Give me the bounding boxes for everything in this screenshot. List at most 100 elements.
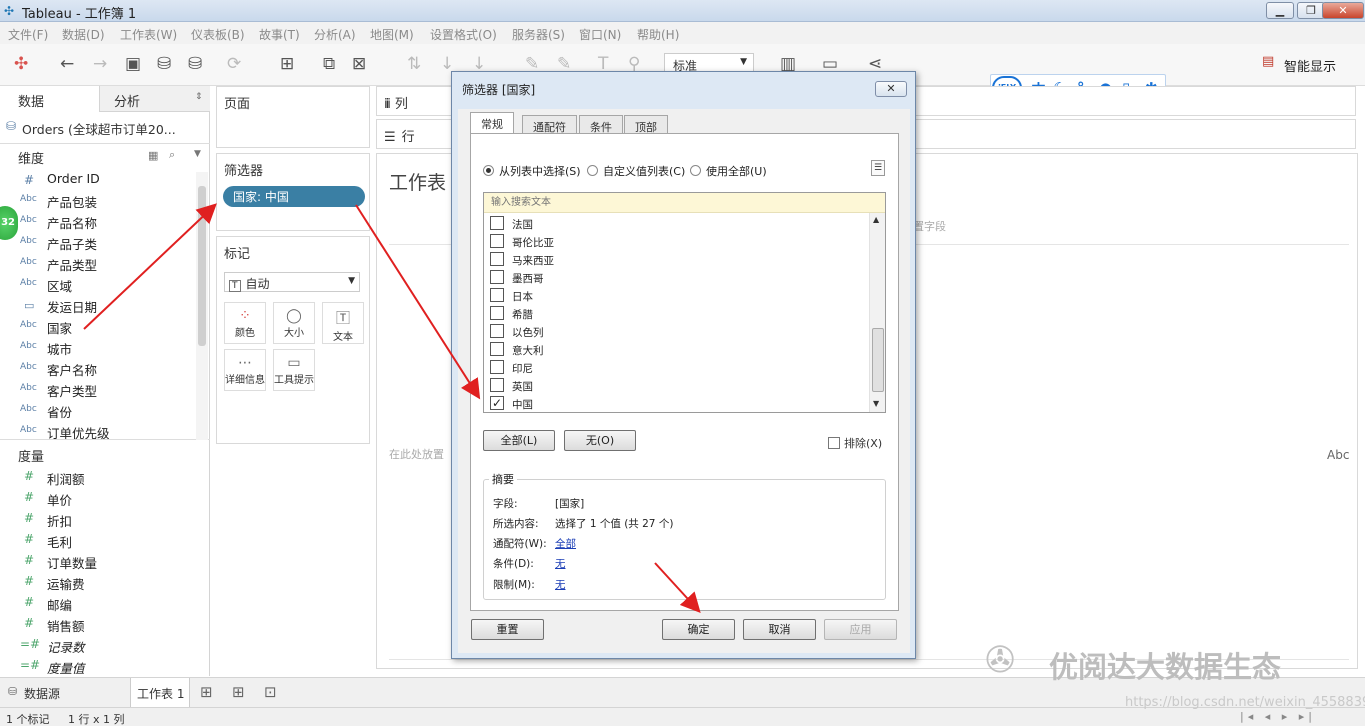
- minimize-button[interactable]: ▁: [1266, 2, 1294, 19]
- scroll-down-icon[interactable]: ▼: [873, 399, 879, 408]
- swap-icon[interactable]: ⇅: [407, 54, 421, 74]
- value-list-item[interactable]: 以色列: [490, 323, 850, 341]
- text-card[interactable]: 🅃 文本: [322, 302, 364, 344]
- dimension-field[interactable]: Abc 客户类型: [0, 379, 196, 400]
- clear-sheet-icon[interactable]: ⊠: [352, 54, 366, 74]
- measure-field[interactable]: # 利润额: [0, 467, 196, 488]
- detail-card[interactable]: ⋯ 详细信息: [224, 349, 266, 391]
- tooltip-card[interactable]: ▭ 工具提示: [273, 349, 315, 391]
- tab-condition[interactable]: 条件: [579, 115, 623, 135]
- maximize-button[interactable]: ❐: [1297, 2, 1325, 19]
- sheet-title[interactable]: 工作表: [389, 168, 446, 195]
- checkbox-checked[interactable]: ✓: [490, 396, 504, 410]
- checkbox[interactable]: [490, 270, 504, 284]
- checkbox[interactable]: [490, 288, 504, 302]
- tab-wildcard[interactable]: 通配符: [522, 115, 577, 135]
- dimensions-scrollbar[interactable]: [196, 172, 208, 440]
- measure-field[interactable]: # 毛利: [0, 530, 196, 551]
- checkbox[interactable]: [490, 378, 504, 392]
- measure-field[interactable]: # 邮编: [0, 593, 196, 614]
- sheet-tab-active[interactable]: 工作表 1: [130, 678, 190, 707]
- measure-field[interactable]: # 运输费: [0, 572, 196, 593]
- value-list-item[interactable]: 法国: [490, 215, 850, 233]
- dialog-close-button[interactable]: ✕: [875, 81, 907, 97]
- measure-field[interactable]: =# 度量值: [0, 656, 196, 677]
- value-list-item[interactable]: ✓ 中国: [490, 395, 850, 413]
- search-icon[interactable]: ⌕: [169, 148, 175, 162]
- select-all-button[interactable]: 全部(L): [483, 430, 555, 451]
- menu-window[interactable]: 窗口(N): [579, 26, 621, 43]
- checkbox[interactable]: [490, 324, 504, 338]
- filter-pill-country[interactable]: 国家: 中国: [223, 186, 365, 207]
- summary-limit-link[interactable]: 无: [555, 577, 566, 592]
- view-options-icon[interactable]: ▦: [148, 149, 158, 162]
- checkbox[interactable]: [490, 234, 504, 248]
- ok-button[interactable]: 确定: [662, 619, 735, 640]
- select-none-button[interactable]: 无(O): [564, 430, 636, 451]
- pages-shelf[interactable]: 页面: [216, 86, 370, 148]
- radio-select-from-list[interactable]: 从列表中选择(S): [483, 163, 581, 179]
- dimension-field[interactable]: Abc 国家: [0, 316, 196, 337]
- new-story-icon[interactable]: ⊡: [264, 683, 277, 701]
- dimension-field[interactable]: Abc 客户名称: [0, 358, 196, 379]
- measure-field[interactable]: # 销售额: [0, 614, 196, 635]
- radio-custom-list[interactable]: 自定义值列表(C): [587, 163, 685, 179]
- tab-general[interactable]: 常规: [470, 112, 514, 135]
- datasource-name[interactable]: Orders (全球超市订单20...: [22, 119, 176, 138]
- scroll-up-icon[interactable]: ▲: [873, 215, 879, 224]
- sheet-nav-icons[interactable]: |◂ ◂ ▸ ▸|: [1240, 710, 1316, 723]
- summary-wildcard-link[interactable]: 全部: [555, 536, 576, 551]
- new-dashboard-icon[interactable]: ⊞: [232, 683, 245, 701]
- tab-data[interactable]: 数据: [0, 86, 100, 112]
- checkbox[interactable]: [490, 360, 504, 374]
- scrollbar-thumb[interactable]: [872, 328, 884, 392]
- dimensions-menu-icon[interactable]: ▼: [194, 149, 201, 159]
- mark-type-select[interactable]: T 自动 ▼: [224, 272, 360, 292]
- duplicate-sheet-icon[interactable]: ⧉: [323, 54, 335, 74]
- size-card[interactable]: ◯ 大小: [273, 302, 315, 344]
- datasource-tab[interactable]: 数据源: [24, 685, 60, 702]
- new-worksheet-icon[interactable]: ⊞: [200, 683, 213, 701]
- menu-worksheet[interactable]: 工作表(W): [120, 26, 177, 43]
- value-list-item[interactable]: 英国: [490, 377, 850, 395]
- search-input[interactable]: [484, 193, 885, 213]
- pause-updates-icon[interactable]: ⛁: [188, 54, 202, 74]
- menu-analysis[interactable]: 分析(A): [314, 26, 356, 43]
- value-list-item[interactable]: 印尼: [490, 359, 850, 377]
- measure-field[interactable]: # 订单数量: [0, 551, 196, 572]
- checkbox[interactable]: [490, 216, 504, 230]
- apply-button[interactable]: 应用: [824, 619, 897, 640]
- list-options-icon[interactable]: ☰: [871, 160, 885, 176]
- exclude-checkbox[interactable]: 排除(X): [828, 435, 882, 451]
- new-datasource-icon[interactable]: ⛁: [157, 54, 171, 74]
- measure-field[interactable]: =# 记录数: [0, 635, 196, 656]
- dimension-field[interactable]: ▭ 发运日期: [0, 295, 196, 316]
- menu-file[interactable]: 文件(F): [8, 26, 48, 43]
- new-sheet-icon[interactable]: ⊞: [280, 54, 294, 74]
- value-list-item[interactable]: 希腊: [490, 305, 850, 323]
- radio-use-all[interactable]: 使用全部(U): [690, 163, 767, 179]
- filters-shelf[interactable]: 筛选器 国家: 中国: [216, 153, 370, 231]
- menu-dashboard[interactable]: 仪表板(B): [191, 26, 245, 43]
- menu-data[interactable]: 数据(D): [62, 26, 105, 43]
- checkbox[interactable]: [490, 306, 504, 320]
- notification-badge[interactable]: 32: [0, 206, 18, 240]
- dimension-field[interactable]: Abc 区域: [0, 274, 196, 295]
- menu-help[interactable]: 帮助(H): [637, 26, 679, 43]
- value-list-item[interactable]: 意大利: [490, 341, 850, 359]
- dimension-field[interactable]: Abc 省份: [0, 400, 196, 421]
- save-icon[interactable]: ▣: [125, 54, 141, 74]
- measure-field[interactable]: # 折扣: [0, 509, 196, 530]
- menu-format[interactable]: 设置格式(O): [430, 26, 497, 43]
- value-list-item[interactable]: 马来西亚: [490, 251, 850, 269]
- dimension-field[interactable]: Abc 产品名称: [0, 211, 196, 232]
- tableau-home-icon[interactable]: ✣: [14, 54, 28, 74]
- menu-server[interactable]: 服务器(S): [512, 26, 565, 43]
- cancel-button[interactable]: 取消: [743, 619, 816, 640]
- reset-button[interactable]: 重置: [471, 619, 544, 640]
- menu-story[interactable]: 故事(T): [259, 26, 300, 43]
- value-list-item[interactable]: 日本: [490, 287, 850, 305]
- tab-analysis[interactable]: 分析 ⇕: [100, 86, 210, 112]
- value-list-item[interactable]: 墨西哥: [490, 269, 850, 287]
- measure-field[interactable]: # 单价: [0, 488, 196, 509]
